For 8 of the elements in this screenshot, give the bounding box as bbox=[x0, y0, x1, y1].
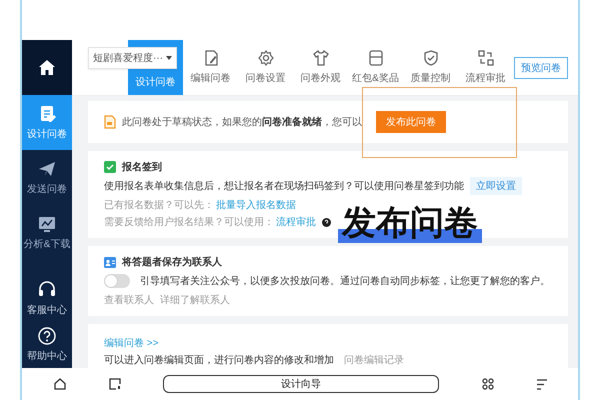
section-description: 使用报名表单收集信息后，想让报名者在现场扫码签到？可以使用问卷星签到功能 bbox=[104, 180, 464, 193]
section-title: 报名签到 bbox=[122, 160, 162, 174]
section-title: 将答题者保存为联系人 bbox=[122, 256, 222, 269]
hint-text: 需要反馈给用户报名结果？可以使用： bbox=[104, 216, 274, 229]
hint-text: 已有报名数据？可以先： bbox=[104, 198, 214, 212]
section-description: 引导填写者关注公众号，以便多次投放问卷。通过问卷自动同步标签，让您更了解您的客户。 bbox=[140, 274, 550, 288]
section-description: 可以进入问卷编辑页面，进行问卷内容的修改和增加 bbox=[104, 354, 334, 367]
draft-notice: 此问卷处于草稿状态，如果您的问卷准备就绪，您可以 bbox=[122, 116, 362, 129]
